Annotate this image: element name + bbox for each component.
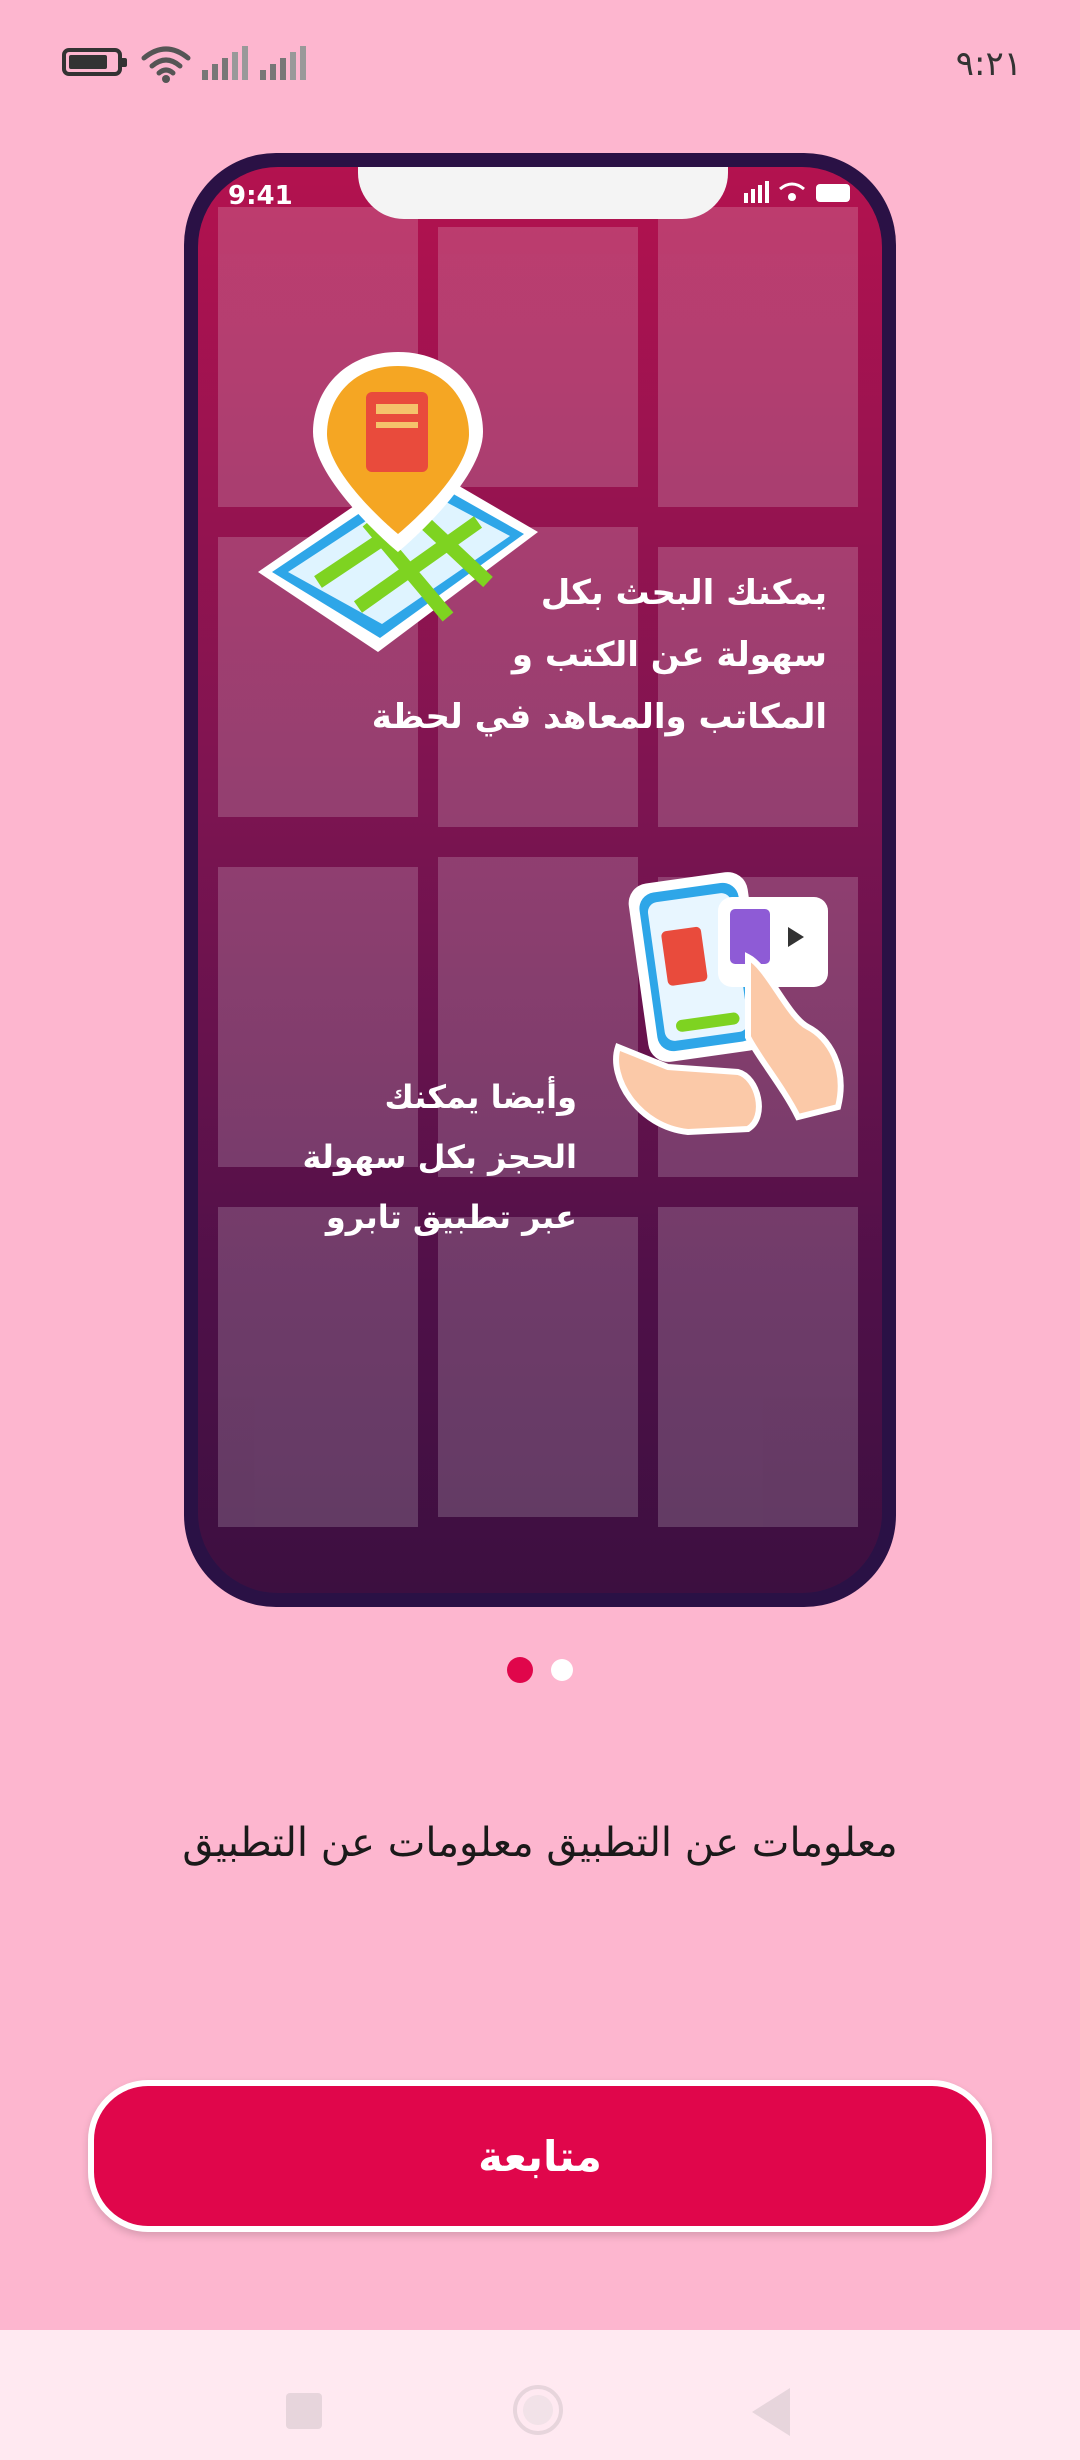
page-dot[interactable] — [550, 1659, 573, 1681]
nav-back-icon[interactable] — [752, 2388, 790, 2436]
mockup-time: 9:41 — [228, 181, 293, 211]
battery-icon — [62, 48, 127, 76]
mockup-screen: 9:41 يمكنك البحث بكل سهولة عن الكتب و ال… — [198, 167, 882, 1593]
app-info-text: معلومات عن التطبيق معلومات عن التطبيق — [182, 1820, 898, 1866]
headline-line: يمكنك البحث بكل — [540, 573, 827, 613]
nav-home-icon[interactable] — [513, 2385, 563, 2435]
headline-line: سهولة عن الكتب و — [511, 635, 827, 675]
system-nav-bar — [0, 2330, 1080, 2460]
wifi-icon — [141, 46, 191, 83]
headline-line: عبر تطبيق تابرو — [325, 1198, 577, 1236]
headline-booking: وأيضا يمكنك الحجز بكل سهولة عبر تطبيق تا… — [198, 1067, 577, 1247]
hand-phone-book-icon — [613, 872, 844, 1136]
headline-line: المكاتب والمعاهد في لحظة — [371, 697, 827, 737]
continue-button[interactable]: متابعة — [88, 2080, 992, 2232]
page-dot-active[interactable] — [507, 1657, 534, 1683]
status-time: ٩:٢١ — [955, 44, 1022, 84]
mockup-status-icons — [744, 181, 850, 203]
headline-search: يمكنك البحث بكل سهولة عن الكتب و المكاتب… — [347, 562, 827, 748]
status-bar: ٩:٢١ — [0, 0, 1080, 130]
phone-mockup: 9:41 يمكنك البحث بكل سهولة عن الكتب و ال… — [184, 153, 896, 1607]
signal-icon — [202, 46, 248, 80]
pagination-dots — [0, 1657, 1080, 1687]
nav-recents-icon[interactable] — [286, 2393, 322, 2429]
mockup-notch — [358, 167, 728, 219]
headline-line: وأيضا يمكنك — [384, 1078, 578, 1116]
signal-icon — [260, 46, 306, 80]
headline-line: الحجز بكل سهولة — [302, 1138, 577, 1176]
